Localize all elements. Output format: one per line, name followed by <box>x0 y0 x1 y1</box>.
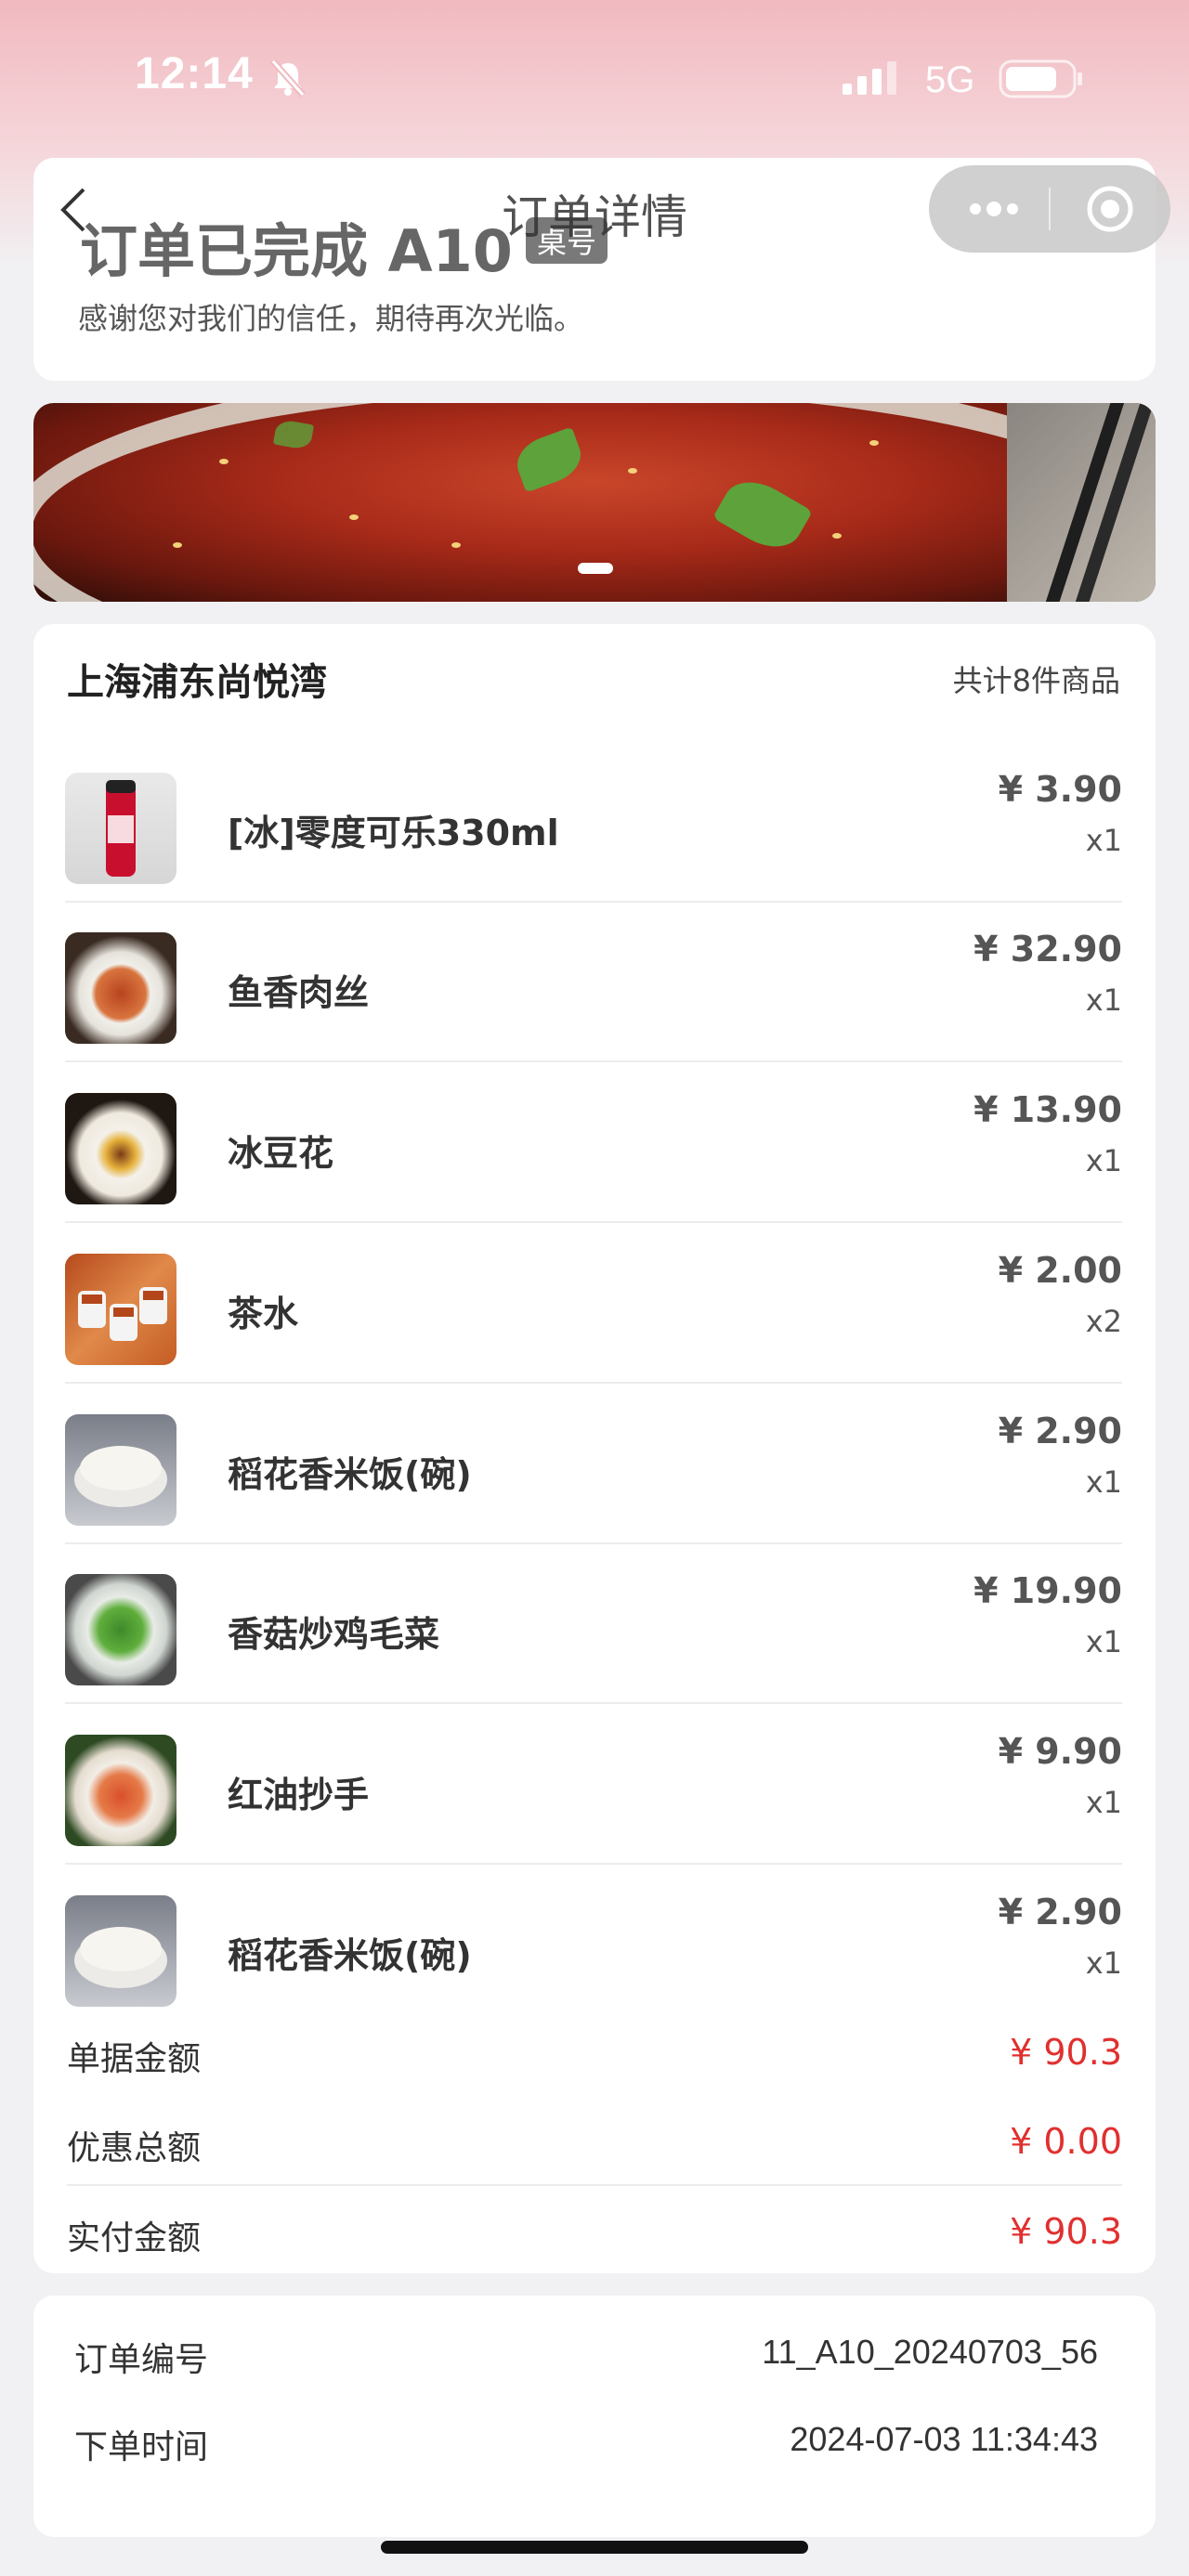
item-price: ¥ 19.90 <box>973 1570 1122 1611</box>
item-quantity: x1 <box>1085 1624 1122 1659</box>
banner-pager-dot <box>578 563 613 574</box>
page-title: 订单详情 <box>502 190 687 244</box>
item-divider <box>65 1863 1122 1865</box>
item-divider <box>65 1060 1122 1062</box>
discount-total-row: 优惠总额 ¥ 0.00 <box>67 2114 1122 2169</box>
item-quantity: x1 <box>1085 823 1122 858</box>
item-name: 鱼香肉丝 <box>228 972 370 1013</box>
order-status-title: 订单已完成 A10 <box>80 217 513 285</box>
bell-muted-icon <box>268 58 308 102</box>
battery-icon <box>999 59 1084 102</box>
item-name: 香菇炒鸡毛菜 <box>228 1614 440 1655</box>
item-name: 稻花香米饭(碗) <box>228 1935 472 1976</box>
more-options-icon[interactable] <box>966 193 1022 228</box>
item-quantity: x2 <box>1085 1304 1122 1339</box>
item-thumbnail <box>65 1735 176 1846</box>
paid-amount-value: ¥ 90.3 <box>1010 2211 1122 2252</box>
signal-icon <box>841 59 900 100</box>
item-quantity: x1 <box>1085 982 1122 1018</box>
item-name: 稻花香米饭(碗) <box>228 1454 472 1495</box>
paid-amount-label: 实付金额 <box>67 2219 202 2257</box>
order-number-label: 订单编号 <box>74 2341 209 2379</box>
banner-sesame <box>869 440 879 446</box>
order-item: 稻花香米饭(碗) ¥ 2.90 x1 <box>65 1385 1122 1544</box>
item-quantity: x1 <box>1085 1464 1122 1500</box>
item-thumbnail <box>65 932 176 1044</box>
status-bar: 12:14 5G <box>0 0 1189 158</box>
order-time-label: 下单时间 <box>74 2428 209 2466</box>
bill-amount-row: 单据金额 ¥ 90.3 <box>67 2024 1122 2080</box>
banner-sesame <box>832 533 842 539</box>
paid-amount-row: 实付金额 ¥ 90.3 <box>67 2204 1122 2259</box>
summary-divider <box>67 2184 1122 2186</box>
item-name: 红油抄手 <box>228 1775 370 1815</box>
mini-program-capsule <box>929 165 1170 253</box>
item-price: ¥ 3.90 <box>998 769 1122 810</box>
item-name: 茶水 <box>228 1294 299 1334</box>
item-price: ¥ 2.00 <box>998 1250 1122 1291</box>
banner-sesame <box>219 459 229 464</box>
item-quantity: x1 <box>1085 1785 1122 1820</box>
item-divider <box>65 1382 1122 1384</box>
bill-amount-label: 单据金额 <box>67 2040 202 2078</box>
item-price: ¥ 2.90 <box>998 1411 1122 1451</box>
order-item: 稻花香米饭(碗) ¥ 2.90 x1 <box>65 1866 1122 2025</box>
order-status-message: 感谢您对我们的信任，期待再次光临。 <box>78 301 584 336</box>
store-name: 上海浦东尚悦湾 <box>67 661 327 704</box>
item-price: ¥ 13.90 <box>973 1089 1122 1130</box>
order-item: 红油抄手 ¥ 9.90 x1 <box>65 1705 1122 1865</box>
item-name: 冰豆花 <box>228 1133 334 1174</box>
item-thumbnail <box>65 1093 176 1204</box>
order-time-value: 2024-07-03 11:34:43 <box>790 2420 1098 2458</box>
item-thumbnail <box>65 1574 176 1685</box>
order-item: [冰]零度可乐330ml ¥ 3.90 x1 <box>65 743 1122 903</box>
order-time-row: 下单时间 2024-07-03 11:34:43 <box>74 2413 1098 2468</box>
item-count: 共计8件商品 <box>952 663 1120 698</box>
item-quantity: x1 <box>1085 1143 1122 1178</box>
order-number-value: 11_A10_20240703_56 <box>762 2333 1098 2371</box>
banner-sesame <box>173 542 182 548</box>
item-price: ¥ 9.90 <box>998 1731 1122 1772</box>
close-miniprogram-icon[interactable] <box>1085 184 1135 238</box>
banner-sesame <box>628 468 637 474</box>
item-price: ¥ 32.90 <box>973 929 1122 969</box>
order-item: 鱼香肉丝 ¥ 32.90 x1 <box>65 903 1122 1062</box>
item-thumbnail <box>65 1254 176 1365</box>
item-thumbnail <box>65 773 176 884</box>
order-item: 香菇炒鸡毛菜 ¥ 19.90 x1 <box>65 1544 1122 1704</box>
item-quantity: x1 <box>1085 1945 1122 1981</box>
order-item: 茶水 ¥ 2.00 x2 <box>65 1224 1122 1384</box>
order-number-row: 订单编号 11_A10_20240703_56 <box>74 2325 1098 2381</box>
status-time: 12:14 <box>135 49 254 98</box>
network-type: 5G <box>925 59 975 100</box>
item-thumbnail <box>65 1414 176 1526</box>
item-name: [冰]零度可乐330ml <box>228 813 559 853</box>
discount-total-label: 优惠总额 <box>67 2129 202 2167</box>
banner-sesame <box>349 514 359 520</box>
item-thumbnail <box>65 1895 176 2007</box>
back-arrow-icon[interactable] <box>59 186 87 238</box>
discount-total-value: ¥ 0.00 <box>1010 2121 1122 2162</box>
bill-amount-value: ¥ 90.3 <box>1010 2032 1122 2073</box>
capsule-divider <box>1049 188 1051 230</box>
item-divider <box>65 1702 1122 1704</box>
banner-sesame <box>451 542 461 548</box>
home-indicator <box>381 2541 808 2554</box>
item-price: ¥ 2.90 <box>998 1892 1122 1932</box>
order-item: 冰豆花 ¥ 13.90 x1 <box>65 1063 1122 1223</box>
item-divider <box>65 1221 1122 1223</box>
